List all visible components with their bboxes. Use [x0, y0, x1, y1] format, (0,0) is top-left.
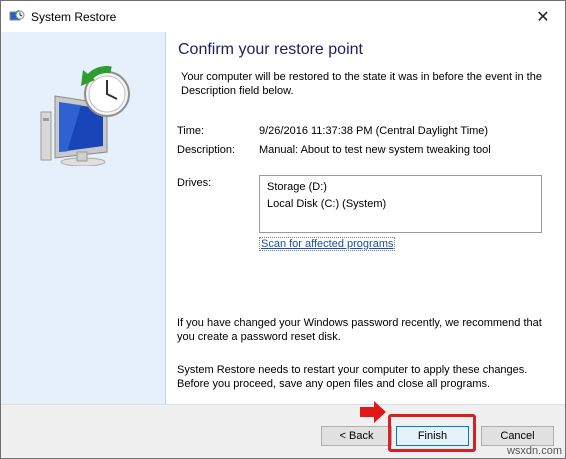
- scan-affected-programs-link[interactable]: Scan for affected programs: [259, 237, 396, 251]
- page-heading: Confirm your restore point: [178, 41, 363, 58]
- description-value: Manual: About to test new system tweakin…: [259, 144, 491, 156]
- cancel-button[interactable]: Cancel: [481, 426, 554, 446]
- system-restore-illustration-icon: [40, 66, 130, 166]
- time-label: Time:: [177, 125, 205, 137]
- intro-text: Your computer will be restored to the st…: [181, 71, 542, 97]
- time-value: 9/26/2016 11:37:38 PM (Central Daylight …: [259, 125, 489, 137]
- restart-note: System Restore needs to restart your com…: [177, 364, 528, 390]
- drives-label: Drives:: [177, 177, 212, 189]
- drive-item-local-disk[interactable]: Local Disk (C:) (System): [267, 198, 386, 210]
- password-note: If you have changed your Windows passwor…: [177, 317, 542, 343]
- window-title: System Restore: [31, 10, 117, 24]
- drive-item-storage[interactable]: Storage (D:): [267, 181, 327, 193]
- red-arrow-icon: [360, 401, 386, 423]
- title-bar[interactable]: System Restore ✕: [1, 1, 565, 32]
- close-button[interactable]: ✕: [521, 1, 565, 32]
- system-restore-window: System Restore ✕ Confirm your restore po…: [0, 0, 566, 459]
- left-panel: [1, 32, 166, 404]
- close-icon: ✕: [536, 8, 550, 26]
- system-restore-icon: [9, 9, 25, 21]
- watermark: wsxdn.com: [506, 445, 562, 457]
- finish-highlight-box: [388, 414, 476, 452]
- drives-list[interactable]: Storage (D:) Local Disk (C:) (System): [259, 175, 542, 233]
- description-label: Description:: [177, 144, 236, 156]
- main-content: Confirm your restore point Your computer…: [177, 32, 557, 402]
- back-button[interactable]: < Back: [321, 426, 392, 446]
